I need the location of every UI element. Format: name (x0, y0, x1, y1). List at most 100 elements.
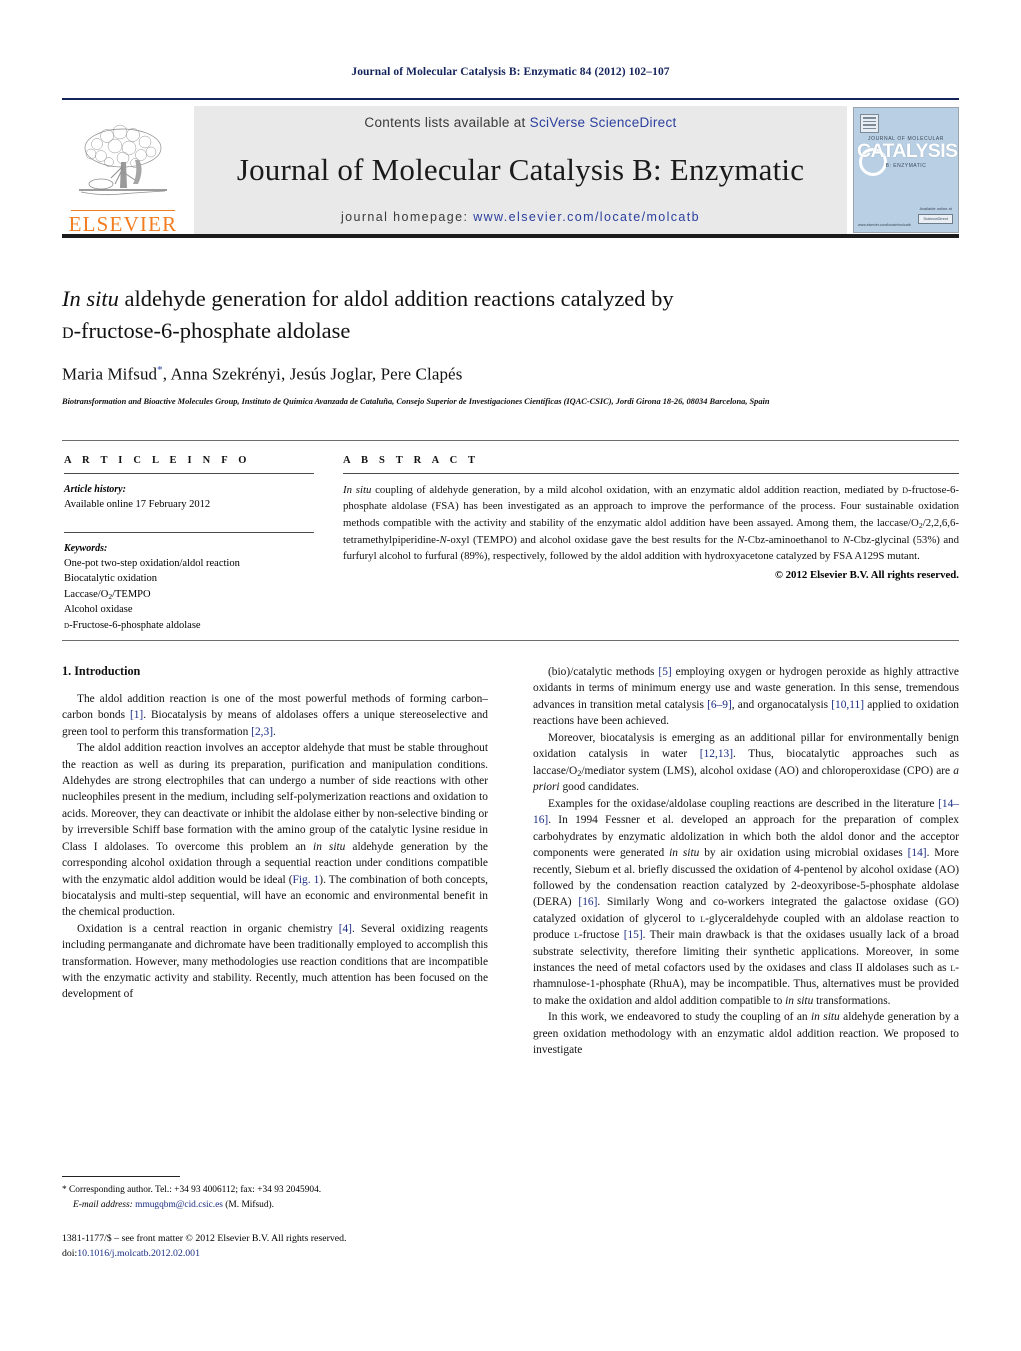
running-head: Journal of Molecular Catalysis B: Enzyma… (351, 66, 670, 78)
left-paragraphs: The aldol addition reaction is one of th… (62, 691, 488, 1003)
page-title: In situ aldehyde generation for aldol ad… (62, 283, 959, 347)
citation-reference[interactable]: [2,3] (251, 726, 273, 738)
elsevier-wordmark: ELSEVIER (68, 212, 178, 236)
keyword-item: Biocatalytic oxidation (64, 573, 158, 585)
issn-line: 1381-1177/$ – see front matter © 2012 El… (62, 1233, 347, 1245)
text-run: In situ (343, 484, 372, 496)
text-run: /mediator system (LMS), alcohol oxidase … (581, 764, 954, 777)
subscript: 2 (108, 591, 113, 601)
article-info-heading: A R T I C L E I N F O (64, 455, 251, 466)
keywords-list: One-pot two-step oxidation/aldol reactio… (64, 556, 314, 634)
copyright-line: © 2012 Elsevier B.V. All rights reserved… (774, 569, 959, 582)
text-run: by air oxidation using microbial oxidase… (699, 847, 908, 860)
cover-foot-left: www.elsevier.com/locate/molcatb (858, 223, 911, 227)
cover-footer-group: Available online at ScienceDirect (918, 206, 953, 224)
footnote-rule (62, 1176, 180, 1178)
text-run: coupling of aldehyde generation, by a mi… (371, 484, 903, 496)
email-link[interactable]: mmugqbm@cid.csic.es (135, 1200, 223, 1210)
cover-line-bottom: B: ENZYMATIC (885, 162, 927, 169)
homepage-prefix: journal homepage: (340, 210, 474, 224)
cover-title-group: JOURNAL OF MOLECULAR CATALYSIS B: ENZYMA… (857, 136, 958, 169)
text-run: N (439, 533, 447, 546)
masthead-bottom-bar (62, 234, 959, 238)
text-run: N (842, 533, 851, 546)
citation-reference[interactable]: [5] (658, 666, 671, 678)
article-history-label: Article history: (64, 484, 126, 495)
citation-reference[interactable]: Fig. 1 (293, 874, 320, 886)
body-paragraph: In this work, we endeavored to study the… (533, 1009, 959, 1058)
sciencedirect-link[interactable]: SciVerse ScienceDirect (530, 115, 677, 130)
elsevier-badge-icon (860, 114, 879, 133)
text-run: good candidates. (559, 781, 639, 794)
homepage-url-link[interactable]: www.elsevier.com/locate/molcatb (473, 210, 700, 224)
affiliation: Biotransformation and Bioactive Molecule… (62, 396, 770, 406)
text-run: transformations. (813, 994, 891, 1007)
elsevier-rule (71, 209, 175, 211)
cover-foot-badge: ScienceDirect (918, 213, 953, 224)
smallcaps: d (64, 619, 70, 631)
citation-reference[interactable]: [14] (908, 847, 927, 859)
text-run: -fructose (578, 929, 624, 942)
section-heading-introduction: 1. Introduction (62, 664, 141, 678)
text-run: (bio)/catalytic methods (548, 666, 659, 678)
author-primary: Maria Mifsud (62, 364, 158, 384)
journal-title: Journal of Molecular Catalysis B: Enzyma… (236, 151, 805, 187)
text-run: , and organocatalysis (731, 698, 832, 711)
info-top-rule (62, 440, 959, 441)
article-info-rule (64, 473, 314, 474)
text-run: in situ (313, 840, 346, 853)
abstract-rule (343, 473, 959, 474)
keyword-item: d-Fructose-6-phosphate aldolase (64, 619, 201, 631)
corresponding-author-note: * Corresponding author. Tel.: +34 93 400… (62, 1183, 488, 1213)
journal-cover-thumbnail: JOURNAL OF MOLECULAR CATALYSIS B: ENZYMA… (853, 107, 959, 233)
title-line2-rest: -fructose-6-phosphate aldolase (73, 317, 351, 343)
keywords-rule (64, 531, 314, 533)
author-list: Maria Mifsud*, Anna Szekrényi, Jesús Jog… (62, 364, 959, 385)
abstract-text: In situ coupling of aldehyde generation,… (343, 482, 959, 564)
body-paragraph: The aldol addition reaction is one of th… (62, 691, 488, 740)
body-column-right: (bio)/catalytic methods [5] employing ox… (533, 664, 959, 1059)
text-run: Examples for the oxidase/aldolase coupli… (548, 797, 939, 810)
right-paragraphs: (bio)/catalytic methods [5] employing ox… (533, 664, 959, 1059)
body-paragraph: (bio)/catalytic methods [5] employing ox… (533, 664, 959, 730)
title-block: In situ aldehyde generation for aldol ad… (62, 283, 959, 408)
citation-reference[interactable]: [6–9] (707, 699, 732, 711)
citation-reference[interactable]: [4] (339, 923, 352, 935)
keyword-item: Alcohol oxidase (64, 604, 133, 616)
citation-reference[interactable]: [16] (578, 896, 597, 908)
body-paragraph: The aldol addition reaction involves an … (62, 740, 488, 921)
citation-reference[interactable]: [10,11] (831, 699, 864, 711)
body-paragraph: Moreover, biocatalysis is emerging as an… (533, 730, 959, 796)
text-run: In this work, we endeavored to study the… (548, 1011, 811, 1024)
text-run: in situ (669, 847, 700, 860)
citation-reference[interactable]: [12,13] (700, 748, 733, 760)
citation-reference[interactable]: [1] (130, 709, 143, 721)
doi-link[interactable]: 10.1016/j.molcatb.2012.02.001 (77, 1248, 200, 1259)
text-run: -Cbz-aminoethanol to (744, 533, 843, 546)
text-run: Oxidation is a central reaction in organ… (77, 922, 339, 935)
author-rest: , Anna Szekrényi, Jesús Joglar, Pere Cla… (162, 364, 463, 384)
email-suffix: (M. Mifsud). (222, 1200, 274, 1211)
imprint-block: 1381-1177/$ – see front matter © 2012 El… (62, 1231, 488, 1261)
text-run: . (273, 725, 276, 738)
elsevier-logo: ELSEVIER (62, 103, 184, 237)
paper-page: Journal of Molecular Catalysis B: Enzyma… (0, 0, 1021, 1351)
body-paragraph: Oxidation is a central reaction in organ… (62, 921, 488, 1003)
body-paragraph: Examples for the oxidase/aldolase coupli… (533, 796, 959, 1009)
footnote-block: * Corresponding author. Tel.: +34 93 400… (62, 1176, 488, 1261)
text-run: in situ (785, 994, 814, 1007)
keywords-label: Keywords: (64, 542, 108, 554)
text-run: The aldol addition reaction involves an … (62, 742, 488, 853)
keyword-item: Laccase/O2/TEMPO (64, 588, 151, 601)
citation-reference[interactable]: [15] (624, 929, 643, 941)
title-italic-part: In situ (62, 286, 119, 311)
cover-line-big: CATALYSIS (857, 140, 958, 162)
keyword-item: One-pot two-step oxidation/aldol reactio… (64, 557, 240, 569)
article-info-column: A R T I C L E I N F O Article history: A… (64, 455, 314, 633)
journal-homepage-line: journal homepage: www.elsevier.com/locat… (341, 210, 700, 224)
title-smallcaps-part: d (62, 317, 74, 343)
cover-foot-label: Available online at (919, 206, 952, 212)
abstract-heading: A B S T R A C T (343, 455, 480, 466)
article-history-value: Available online 17 February 2012 (64, 499, 211, 510)
